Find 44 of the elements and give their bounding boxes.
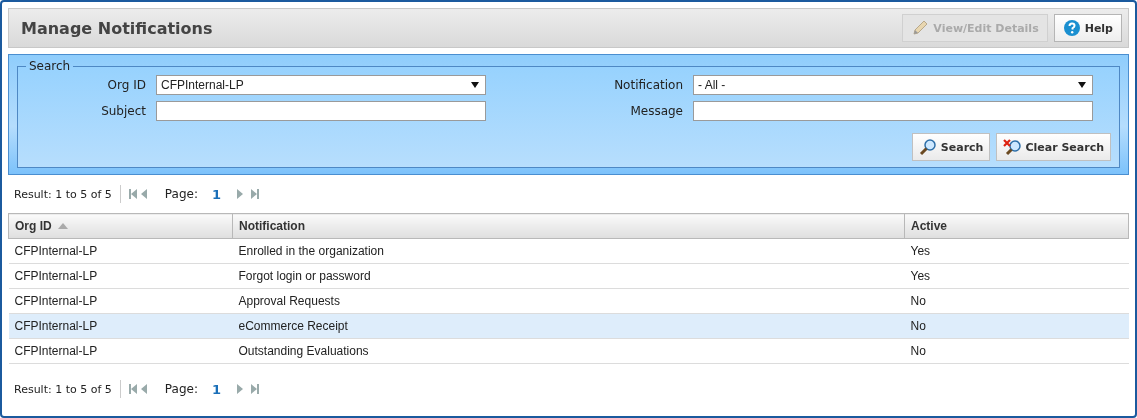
table-cell: No: [904, 313, 1129, 339]
table-cell: Approval Requests: [232, 288, 905, 314]
help-icon: [1062, 19, 1081, 37]
search-icon: [918, 138, 937, 156]
field-label: Org ID: [106, 78, 146, 92]
clear-button[interactable]: Clear Search: [996, 133, 1111, 161]
dropdown-caret-icon: [1078, 82, 1086, 88]
table-cell: Yes: [904, 263, 1129, 289]
table-cell: Yes: [904, 238, 1129, 264]
search-legend: Search: [26, 59, 74, 73]
clear-search-icon: [1003, 138, 1022, 156]
page-number[interactable]: 1: [211, 381, 221, 397]
result-count: Result: 1 to 5 of 5: [14, 187, 112, 201]
table-cell: Forgot login or password: [232, 263, 905, 289]
table-cell: CFPInternal-LP: [8, 313, 233, 339]
table-cell: CFPInternal-LP: [8, 238, 233, 264]
input-field[interactable]: [693, 101, 1093, 121]
help-button[interactable]: Help: [1053, 14, 1122, 42]
column-header[interactable]: Org ID: [8, 213, 233, 239]
table-cell: eCommerce Receipt: [232, 313, 905, 339]
column-header[interactable]: Notification: [232, 213, 905, 239]
table-cell: Enrolled in the organization: [232, 238, 905, 264]
field-label: Message: [629, 104, 683, 118]
table-cell: CFPInternal-LP: [8, 263, 233, 289]
table-cell: No: [904, 288, 1129, 314]
page-label: Page:: [164, 382, 198, 396]
page-title: Manage Notifications: [21, 18, 214, 38]
field-label: Notification: [613, 78, 683, 92]
page-label: Page:: [164, 187, 198, 201]
dropdown-field[interactable]: CFPInternal-LP: [156, 75, 486, 95]
table-cell: CFPInternal-LP: [8, 338, 233, 364]
table-cell: Outstanding Evaluations: [232, 338, 905, 364]
column-header[interactable]: Active: [904, 213, 1129, 239]
dropdown-caret-icon: [471, 82, 479, 88]
field-label: Subject: [100, 104, 146, 118]
pencil-icon: [911, 19, 930, 37]
input-field[interactable]: [156, 101, 486, 121]
sort-ascending-icon: [57, 223, 68, 229]
dropdown-field[interactable]: - All -: [693, 75, 1093, 95]
result-count: Result: 1 to 5 of 5: [14, 382, 112, 396]
page-number[interactable]: 1: [211, 186, 221, 202]
table-cell: CFPInternal-LP: [8, 288, 233, 314]
table-cell: No: [904, 338, 1129, 364]
search-button[interactable]: Search: [911, 133, 991, 161]
